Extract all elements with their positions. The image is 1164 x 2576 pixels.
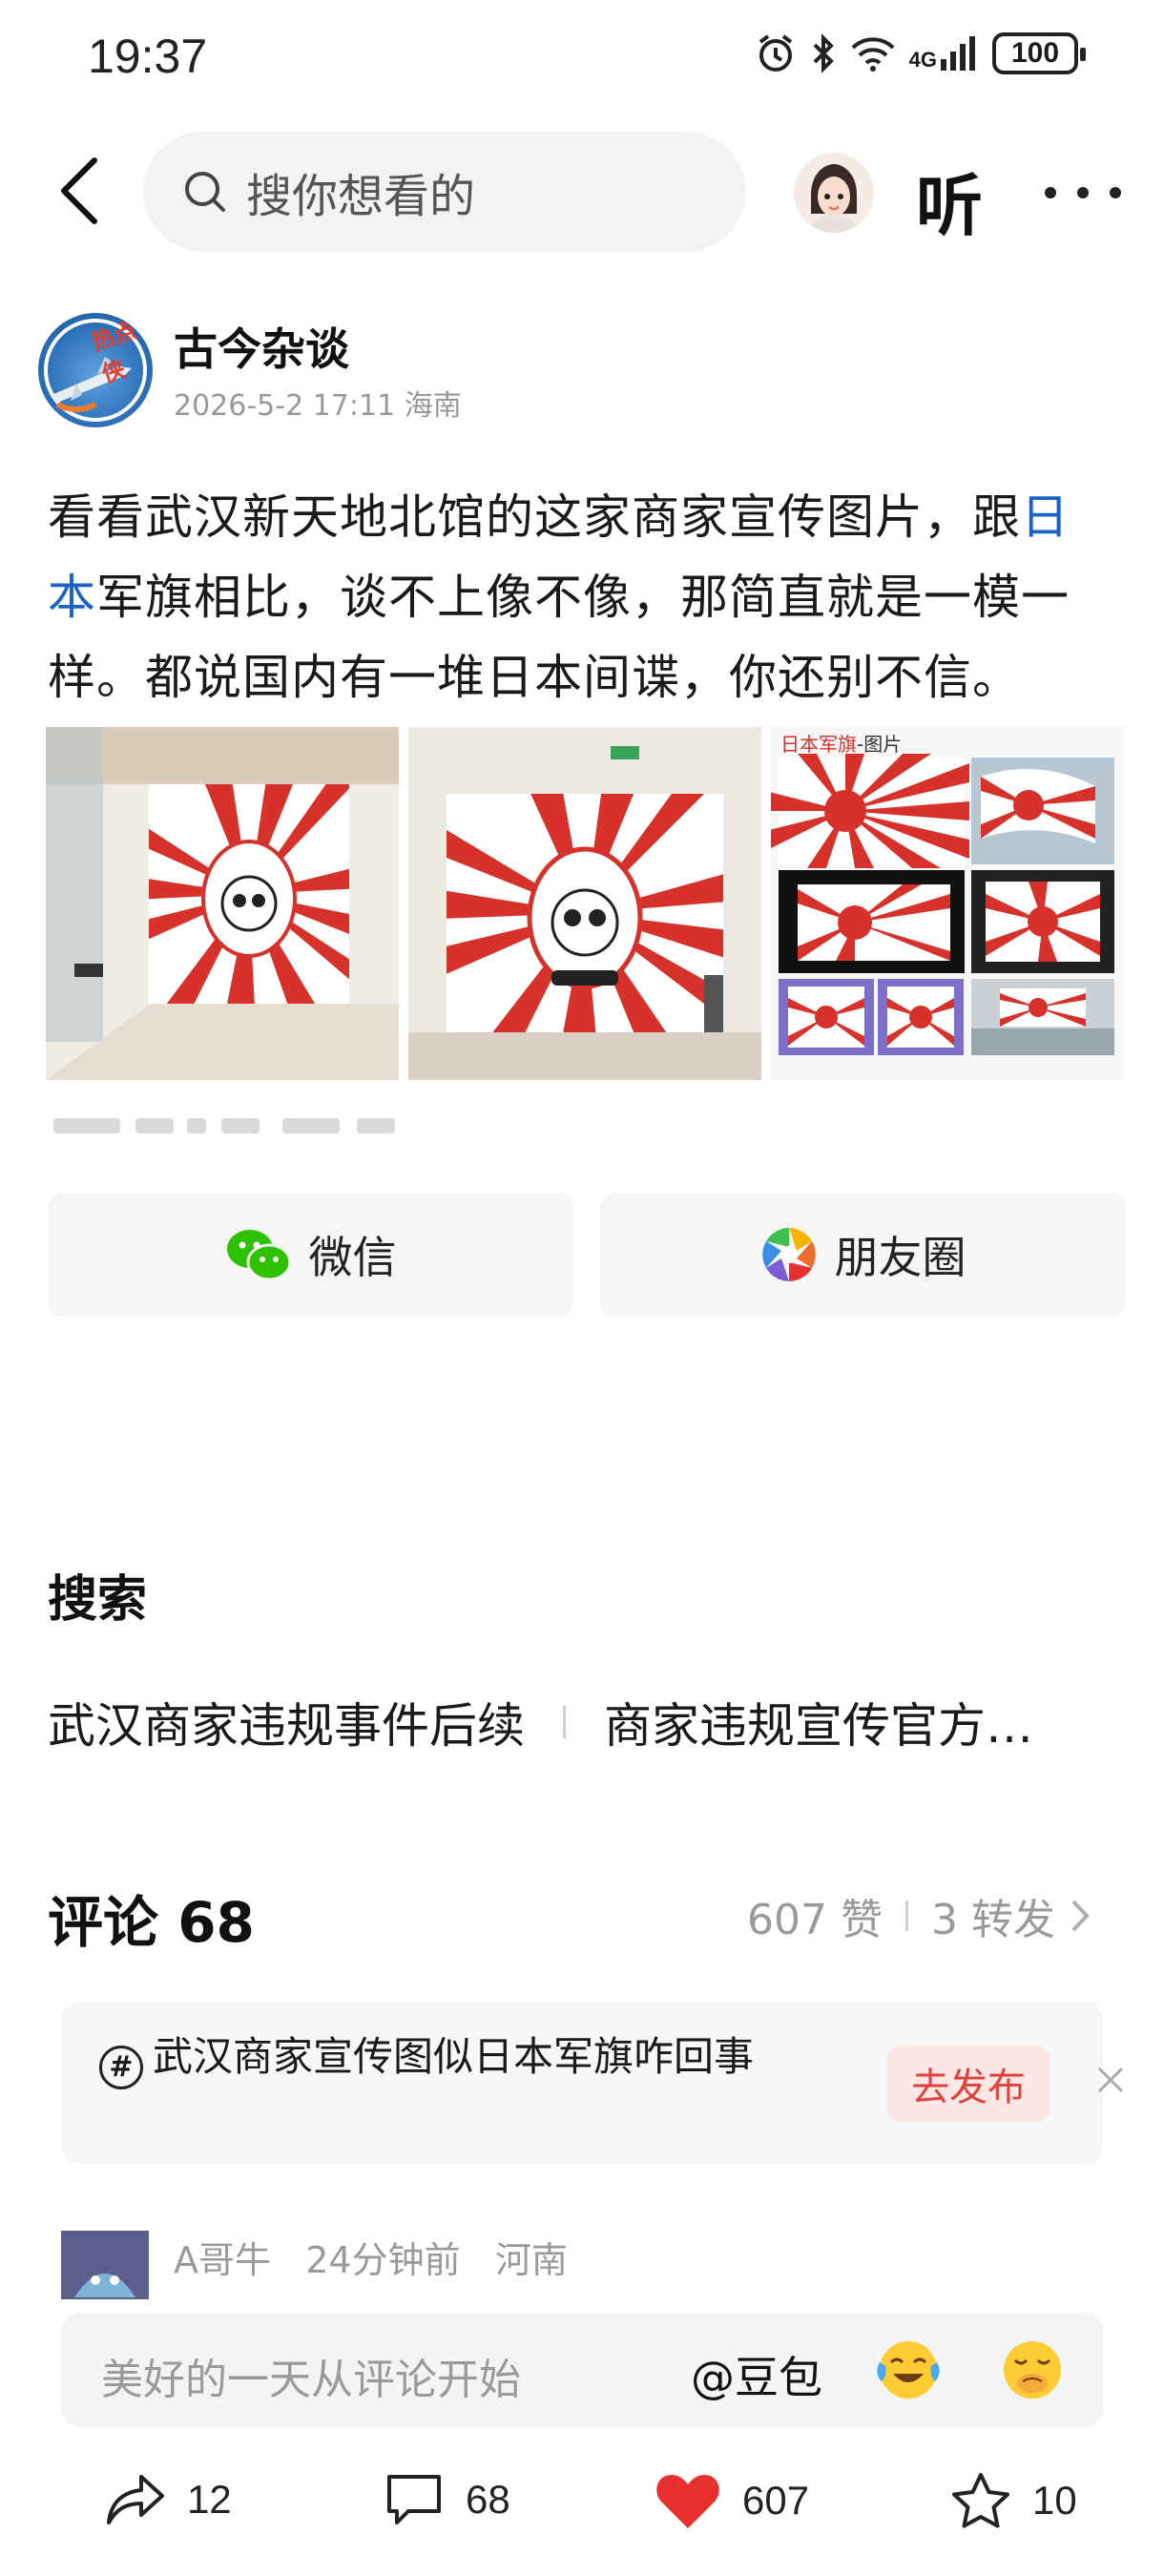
post-text-part1: 看看武汉新天地北馆的这家商家宣传图片，跟 bbox=[48, 489, 1021, 545]
flag-collage bbox=[771, 754, 1114, 1055]
image-caption: 日本军旗-图片 bbox=[780, 729, 902, 757]
share-wechat-label: 微信 bbox=[308, 1232, 397, 1283]
likes-count: 607 赞 bbox=[747, 1896, 883, 1944]
commenter-name[interactable]: A哥牛 bbox=[174, 2239, 271, 2281]
wechat-icon bbox=[226, 1230, 291, 1281]
close-icon[interactable] bbox=[1091, 2061, 1130, 2099]
avatar-illustration bbox=[794, 153, 874, 233]
top-bar: 搜你想看的 听 bbox=[0, 124, 1164, 258]
search-section-title: 搜索 bbox=[48, 1571, 148, 1629]
wifi-icon bbox=[851, 37, 895, 72]
signal-icon bbox=[941, 36, 975, 71]
like-count: 607 bbox=[742, 2478, 810, 2523]
post-image-3[interactable]: 日本军旗-图片 bbox=[771, 727, 1124, 1080]
status-icons: 4G 100 bbox=[755, 32, 1086, 74]
bluetooth-icon bbox=[813, 33, 834, 73]
shark-avatar-icon bbox=[61, 2231, 149, 2299]
favorite-action[interactable]: 10 bbox=[950, 2471, 1077, 2530]
back-button[interactable] bbox=[46, 153, 113, 229]
moments-icon bbox=[761, 1228, 816, 1281]
post-image-2[interactable] bbox=[408, 727, 761, 1080]
search-icon bbox=[185, 172, 225, 212]
comment-input-placeholder: 美好的一天从评论开始 bbox=[101, 2356, 521, 2404]
topic-label: 武汉商家宣传图似日本军旗咋回事 bbox=[153, 2033, 755, 2080]
user-avatar[interactable] bbox=[794, 153, 874, 233]
favorite-count: 10 bbox=[1032, 2478, 1077, 2523]
post-body: 看看武汉新天地北馆的这家商家宣传图片，跟日本军旗相比，谈不上像不像，那简直就是一… bbox=[48, 477, 1116, 717]
laughing-crying-emoji-icon[interactable] bbox=[872, 2334, 945, 2406]
divider bbox=[563, 1706, 566, 1738]
comment-preview[interactable]: A哥牛 24分钟前 河南 bbox=[61, 2223, 1103, 2299]
share-wechat-button[interactable]: 微信 bbox=[48, 1193, 573, 1317]
commenter-meta: A哥牛 24分钟前 河南 bbox=[174, 2231, 568, 2283]
heart-icon bbox=[656, 2475, 719, 2528]
battery-icon: 100 bbox=[992, 32, 1086, 74]
giggle-emoji-icon[interactable] bbox=[996, 2334, 1069, 2406]
comment-location: 河南 bbox=[494, 2239, 568, 2281]
topic-publish-button[interactable]: 去发布 bbox=[887, 2046, 1050, 2122]
topic-text: # 武汉商家宣传图似日本军旗咋回事 bbox=[99, 2030, 843, 2089]
network-type: 4G bbox=[908, 48, 937, 72]
search-suggestions: 武汉商家违规事件后续 商家违规宣传官方… bbox=[48, 1689, 1033, 1755]
blurred-text bbox=[53, 1112, 397, 1139]
chevron-right-icon bbox=[1071, 1900, 1090, 1932]
search-input[interactable]: 搜你想看的 bbox=[143, 132, 746, 252]
share-icon bbox=[107, 2475, 164, 2524]
comment-time: 24分钟前 bbox=[305, 2239, 461, 2281]
post-stats[interactable]: 607 赞 3 转发 bbox=[747, 1885, 1090, 1946]
hashtag-icon: # bbox=[99, 2046, 143, 2089]
post-text-part2: 军旗相比，谈不上像不像，那简直就是一模一样。都说国内有一堆日本间谍，你还别不信。 bbox=[48, 570, 1070, 705]
signal-indicator: 4G bbox=[909, 36, 979, 71]
topic-suggestion-card: # 武汉商家宣传图似日本军旗咋回事 去发布 bbox=[61, 2002, 1124, 2164]
share-moments-button[interactable]: 朋友圈 bbox=[600, 1193, 1126, 1317]
comments-title: 评论 68 bbox=[48, 1890, 255, 1955]
listen-button[interactable]: 听 bbox=[916, 153, 983, 249]
image-caption-2: -图片 bbox=[857, 733, 903, 756]
mention-doubao-button[interactable]: @豆包 bbox=[691, 2343, 822, 2406]
post-images: 日本军旗-图片 bbox=[46, 727, 1124, 1080]
post-date: 2026-5-2 17:11 bbox=[174, 389, 396, 423]
search-placeholder: 搜你想看的 bbox=[246, 170, 476, 223]
mall-photo-1 bbox=[46, 727, 399, 1080]
image-caption-1: 日本军旗 bbox=[780, 733, 857, 756]
status-time: 19:37 bbox=[88, 30, 208, 83]
comment-icon bbox=[387, 2475, 441, 2524]
share-count: 12 bbox=[187, 2477, 232, 2522]
more-options-icon[interactable] bbox=[1045, 174, 1121, 212]
comment-action[interactable]: 68 bbox=[384, 2471, 510, 2528]
status-bar: 19:37 4G 100 bbox=[0, 0, 1164, 114]
share-moments-label: 朋友圈 bbox=[834, 1232, 967, 1283]
mall-photo-2 bbox=[408, 727, 761, 1080]
post-meta: 2026-5-2 17:11 海南 bbox=[174, 382, 462, 424]
star-icon bbox=[952, 2473, 1009, 2528]
post-location: 海南 bbox=[404, 389, 462, 423]
author-name[interactable]: 古今杂谈 bbox=[174, 315, 349, 378]
post-image-1[interactable] bbox=[46, 727, 399, 1080]
chevron-left-icon bbox=[61, 157, 97, 224]
author-avatar[interactable]: 热点侠 bbox=[38, 313, 153, 427]
divider bbox=[905, 1901, 909, 1931]
share-action[interactable]: 12 bbox=[105, 2471, 232, 2528]
like-action[interactable]: 607 bbox=[655, 2471, 809, 2530]
comment-input[interactable]: 美好的一天从评论开始 @豆包 bbox=[61, 2313, 1103, 2427]
commenter-avatar[interactable] bbox=[61, 2231, 149, 2299]
comment-count: 68 bbox=[466, 2477, 510, 2522]
author-header: 热点侠 古今杂谈 2026-5-2 17:11 海南 bbox=[38, 305, 1126, 429]
bottom-action-bar: 12 68 607 10 bbox=[0, 2462, 1164, 2547]
search-suggestion-2[interactable]: 商家违规宣传官方… bbox=[604, 1688, 1033, 1756]
share-row: 微信 朋友圈 bbox=[48, 1193, 1126, 1317]
alarm-icon bbox=[759, 34, 792, 72]
reposts-count: 3 转发 bbox=[931, 1896, 1055, 1944]
search-suggestion-1[interactable]: 武汉商家违规事件后续 bbox=[48, 1688, 525, 1756]
